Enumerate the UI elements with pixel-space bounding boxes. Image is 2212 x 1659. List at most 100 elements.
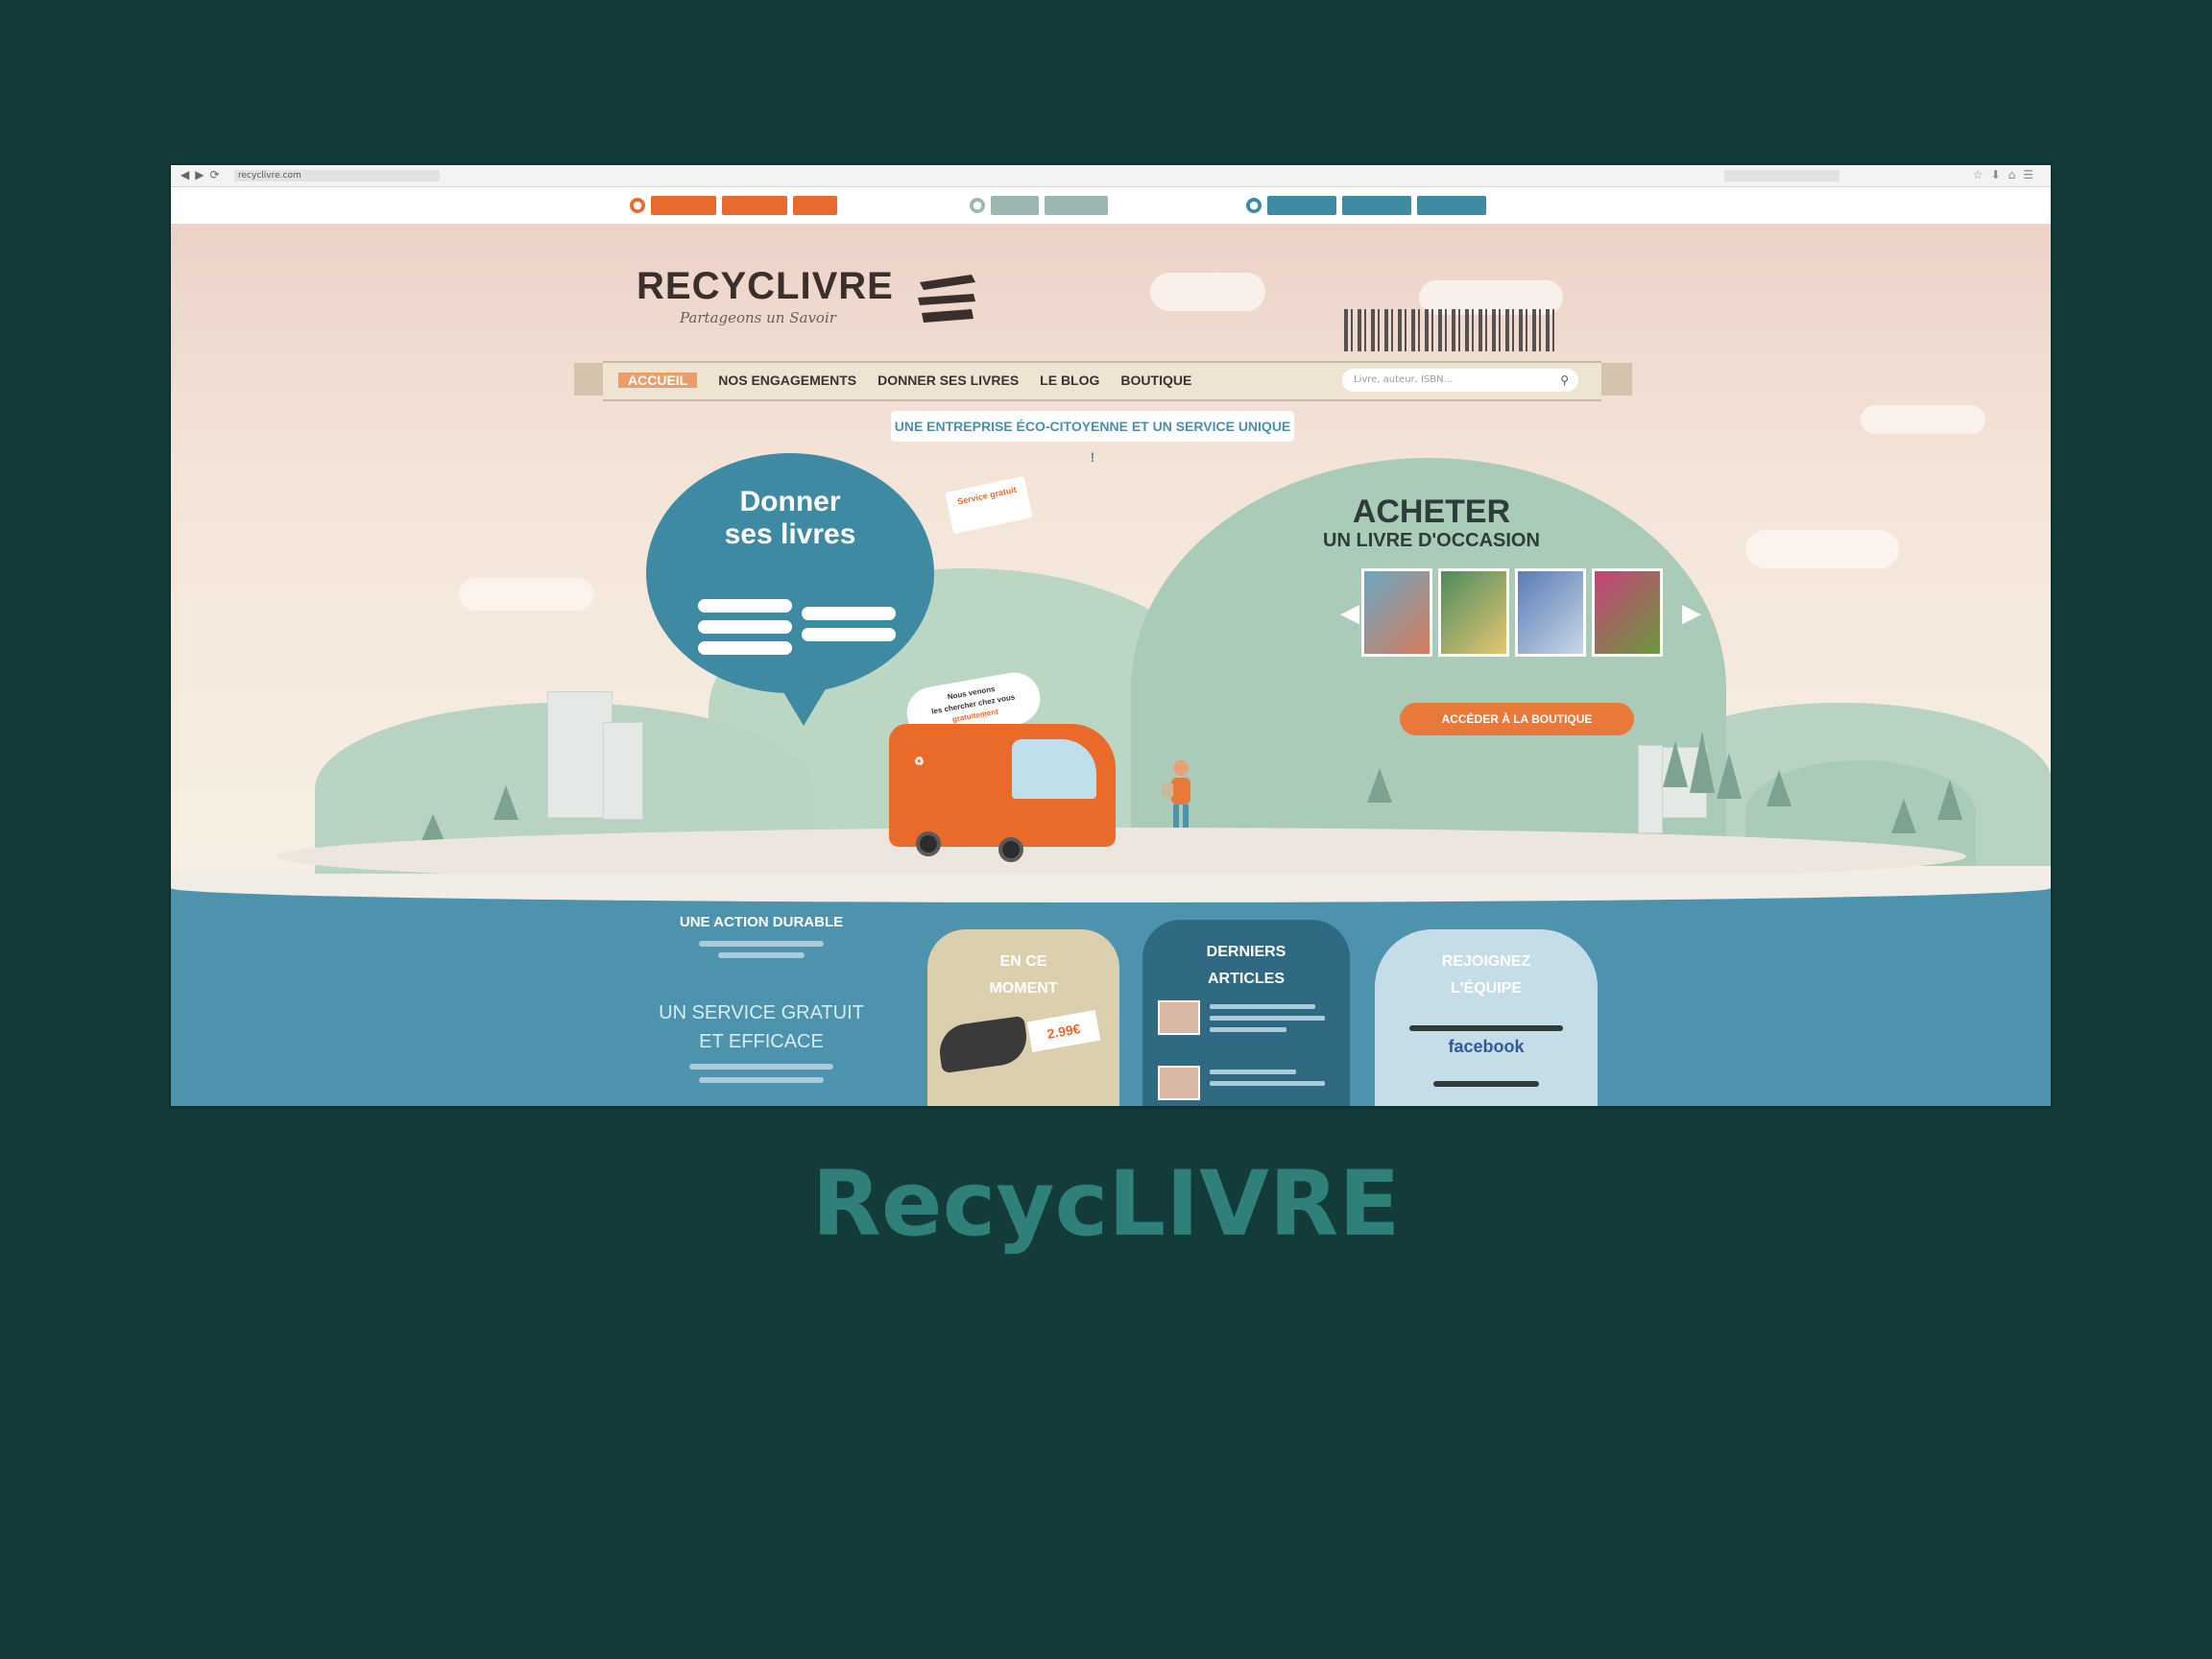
cloud [1745,530,1899,568]
cloud [459,578,593,611]
carousel-prev-arrow-icon[interactable]: ◀ [1340,599,1359,628]
nav-item-donate[interactable]: Donner ses livres [878,373,1019,388]
article-thumbnail[interactable] [1158,1066,1200,1100]
donate-form-field[interactable] [802,607,896,620]
site-logo[interactable]: RECYCLIVRE [637,265,894,308]
donate-title-line2: ses livres [724,518,856,550]
text-line [1210,1081,1325,1086]
building [1638,745,1663,833]
courier-person-icon [1162,760,1190,828]
panel-current-offer[interactable]: En ce moment 2.99€ [927,929,1119,1106]
nav-item-engagements[interactable]: Nos engagements [718,373,856,388]
donate-form-field[interactable] [698,620,792,634]
carousel-next-arrow-icon[interactable]: ▶ [1682,599,1701,628]
image-caption: RecycLIVRE [811,1152,1401,1257]
action-subtext [641,933,881,958]
service-title-line2: et efficace [699,1031,824,1052]
barcode-graphic [1344,309,1555,351]
browser-url-bar[interactable]: recyclivre.com [234,170,440,181]
panel-social[interactable]: Rejoignez l'équipe facebook [1375,929,1598,1106]
donate-form-field[interactable] [698,641,792,655]
nav-item-blog[interactable]: Le blog [1040,373,1099,388]
tree [1891,799,1916,833]
cloud [1150,273,1265,311]
books-stack-icon [918,275,975,323]
shop-button[interactable]: Accéder à la boutique [1400,703,1634,735]
strip-group-grey: ● [970,196,1108,215]
book-cover[interactable] [1438,568,1509,657]
shoreline [171,874,2051,902]
browser-nav-icons[interactable]: ◀▶⟳ [180,168,226,181]
nav-item-home[interactable]: Accueil [618,373,698,388]
strip-tile[interactable] [991,196,1039,215]
browser-search-box[interactable] [1724,170,1839,181]
van-wheel [916,831,941,856]
buy-title: Acheter [1352,493,1511,530]
panel-latest-articles[interactable]: Derniers articles [1142,920,1350,1106]
text-line [1409,1025,1563,1031]
strip-tile[interactable] [793,196,837,215]
van-window [1012,739,1096,799]
grey-dot-icon: ● [970,198,985,213]
tree [1367,768,1392,803]
donate-form-field[interactable] [698,599,792,613]
social-text-line [1375,1025,1598,1031]
logo-text: RECYCLIVRE [637,265,894,307]
donate-title-line1: Donner [739,486,841,517]
book-cover[interactable] [1592,568,1663,657]
panel-current-offer-title: En ce moment [927,949,1119,1002]
tree [1663,741,1688,787]
panel-social-title-line2: l'équipe [1450,980,1523,997]
text-line [1210,1016,1325,1021]
text-line [1210,1070,1296,1074]
product-image[interactable] [936,1015,1030,1074]
book-cover[interactable] [1515,568,1586,657]
strip-tile[interactable] [651,196,716,215]
action-title: Une action durable [679,914,844,930]
tree [1690,732,1715,793]
article-thumbnail[interactable] [1158,1000,1200,1035]
nav-item-shop[interactable]: Boutique [1120,373,1191,388]
strip-tile[interactable] [1267,196,1336,215]
donate-speech-bubble[interactable]: Donner ses livres [646,453,934,726]
text-line [1210,1004,1315,1009]
facebook-link[interactable]: facebook [1375,1037,1598,1057]
panel-latest-articles-title-line1: Derniers [1206,944,1286,960]
book-carousel [1361,568,1663,657]
van-logo: ♻ [914,755,925,768]
service-title-line1: Un service gratuit [659,1002,864,1023]
search-placeholder: Livre, auteur, ISBN... [1354,374,1454,385]
tree [1767,770,1791,806]
search-input[interactable]: Livre, auteur, ISBN... ⚲ [1342,369,1578,392]
text-line [718,952,805,958]
search-icon[interactable]: ⚲ [1560,369,1569,392]
strip-tile[interactable] [1045,196,1108,215]
donate-form-field[interactable] [802,628,896,641]
orange-dot-icon: ● [630,198,645,213]
text-line [699,1077,824,1083]
price-tag: 2.99€ [1026,1009,1101,1053]
building [603,722,643,820]
buy-subtitle: un livre d'occasion [1323,530,1540,551]
book-cover[interactable] [1361,568,1432,657]
strip-tile[interactable] [722,196,787,215]
browser-toolbar: ◀▶⟳ recyclivre.com ☆⬇⌂☰ [171,165,2051,187]
blue-pin-icon: ● [1246,198,1262,213]
browser-toolbar-icons[interactable]: ☆⬇⌂☰ [1973,168,2041,181]
strip-tile[interactable] [1417,196,1486,215]
strip-tile[interactable] [1342,196,1411,215]
service-title: Un service gratuit et efficace [641,998,881,1056]
tree [493,785,518,820]
tree [1717,753,1742,799]
text-line [689,1064,833,1070]
panel-social-title: Rejoignez l'équipe [1375,949,1598,1002]
panel-social-title-line1: Rejoignez [1441,953,1531,970]
social-text-line [1375,1081,1598,1087]
panel-current-offer-title-line1: En ce [999,953,1047,970]
top-strip: ● ● ● [171,187,2051,224]
strip-group-orange: ● [630,196,837,215]
tree [1937,780,1962,820]
strip-group-blue: ● [1246,196,1486,215]
slogan-banner: Une entreprise éco-citoyenne et un servi… [891,411,1294,465]
text-line [1210,1027,1286,1032]
